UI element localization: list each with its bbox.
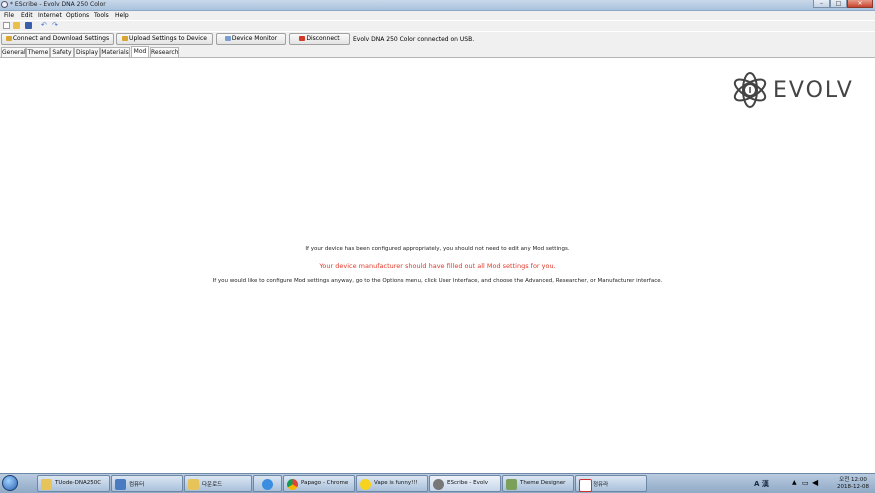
taskbar-item-computer[interactable]: 컴퓨터 (111, 475, 183, 492)
system-tray: A 漢 ▲ ▭ ◀ 오전 12:00 2018-12-08 (748, 475, 873, 492)
taskbar-item-folder[interactable]: TUode-DNA250C (37, 475, 110, 492)
tab-safety[interactable]: Safety (50, 47, 74, 57)
taskbar-item-paint[interactable]: 정유라 (575, 475, 647, 492)
connection-status: Evolv DNA 250 Color connected on USB. (353, 36, 475, 43)
taskbar-item-theme-designer[interactable]: Theme Designer (502, 475, 574, 492)
app-icon (1, 1, 8, 8)
upload-settings-button[interactable]: Upload Settings to Device (116, 33, 213, 45)
redo-icon[interactable]: ↷ (52, 22, 59, 29)
taskbar-item-downloads[interactable]: 다운로드 (184, 475, 252, 492)
undo-icon[interactable]: ↶ (41, 22, 48, 29)
volume-icon[interactable]: ◀ (812, 478, 818, 487)
menu-tools[interactable]: Tools (94, 12, 109, 19)
tab-theme[interactable]: Theme (26, 47, 50, 57)
device-monitor-button[interactable]: Device Monitor (216, 33, 286, 45)
tab-research[interactable]: Research (150, 47, 179, 57)
taskbar: TUode-DNA250C 컴퓨터 다운로드 Papago - Chrome V… (0, 473, 875, 493)
taskbar-item-escribe[interactable]: EScribe - Evolv (429, 475, 501, 492)
settings-tabs: General Theme Safety Display Materials M… (0, 46, 875, 58)
close-button[interactable]: ✕ (847, 0, 873, 8)
upload-icon (122, 36, 129, 41)
menu-edit[interactable]: Edit (21, 12, 33, 19)
connect-icon (5, 36, 12, 41)
folder-icon (41, 479, 52, 490)
menu-file[interactable]: File (4, 12, 14, 19)
talk-icon (360, 479, 371, 490)
paint-icon (579, 479, 592, 492)
start-button[interactable] (2, 475, 18, 491)
escribe-window: * EScribe - Evolv DNA 250 Color – □ ✕ Fi… (0, 0, 875, 473)
taskbar-item-ie[interactable] (253, 475, 282, 492)
taskbar-item-kakaotalk[interactable]: Vape is funny!!! (356, 475, 428, 492)
menu-bar: File Edit Internet Options Tools Help (0, 11, 875, 20)
mod-warning-line: Your device manufacturer should have fil… (319, 262, 556, 270)
disconnect-button[interactable]: Disconnect (289, 33, 350, 45)
computer-icon (115, 479, 126, 490)
disconnect-icon (299, 36, 306, 41)
tab-display[interactable]: Display (74, 47, 100, 57)
evolv-logo: EVOLV (730, 70, 860, 110)
minimize-button[interactable]: – (813, 0, 830, 8)
internet-explorer-icon (262, 479, 273, 490)
save-icon[interactable] (25, 22, 32, 29)
clock[interactable]: 오전 12:00 2018-12-08 (837, 477, 869, 491)
maximize-button[interactable]: □ (830, 0, 847, 8)
mod-info-line-1: If your device has been configured appro… (305, 246, 570, 252)
folder-icon (188, 479, 199, 490)
tab-mod[interactable]: Mod (131, 46, 149, 57)
connect-download-button[interactable]: Connect and Download Settings (1, 33, 114, 45)
tab-materials[interactable]: Materials (100, 47, 130, 57)
taskbar-item-chrome[interactable]: Papago - Chrome (283, 475, 355, 492)
escribe-icon (433, 479, 444, 490)
title-bar: * EScribe - Evolv DNA 250 Color – □ ✕ (0, 0, 875, 11)
window-title: * EScribe - Evolv DNA 250 Color (10, 1, 106, 8)
menu-options[interactable]: Options (66, 12, 89, 19)
theme-designer-icon (506, 479, 517, 490)
tray-expand-icon[interactable]: ▲ (792, 479, 797, 486)
network-icon[interactable]: ▭ (802, 479, 809, 487)
monitor-icon (224, 36, 231, 41)
tool-strip: ↶ ↷ (0, 21, 875, 31)
logo-wordmark: EVOLV (773, 78, 854, 103)
action-bar: Connect and Download Settings Upload Set… (0, 32, 875, 46)
menu-help[interactable]: Help (115, 12, 129, 19)
open-folder-icon[interactable] (13, 22, 20, 29)
ime-indicator[interactable]: A 漢 (754, 479, 769, 489)
chrome-icon (287, 479, 298, 490)
mod-info-line-3: If you would like to configure Mod setti… (212, 278, 663, 284)
menu-internet[interactable]: Internet (38, 12, 62, 19)
tab-general[interactable]: General (1, 47, 26, 57)
new-file-icon[interactable] (3, 22, 10, 29)
